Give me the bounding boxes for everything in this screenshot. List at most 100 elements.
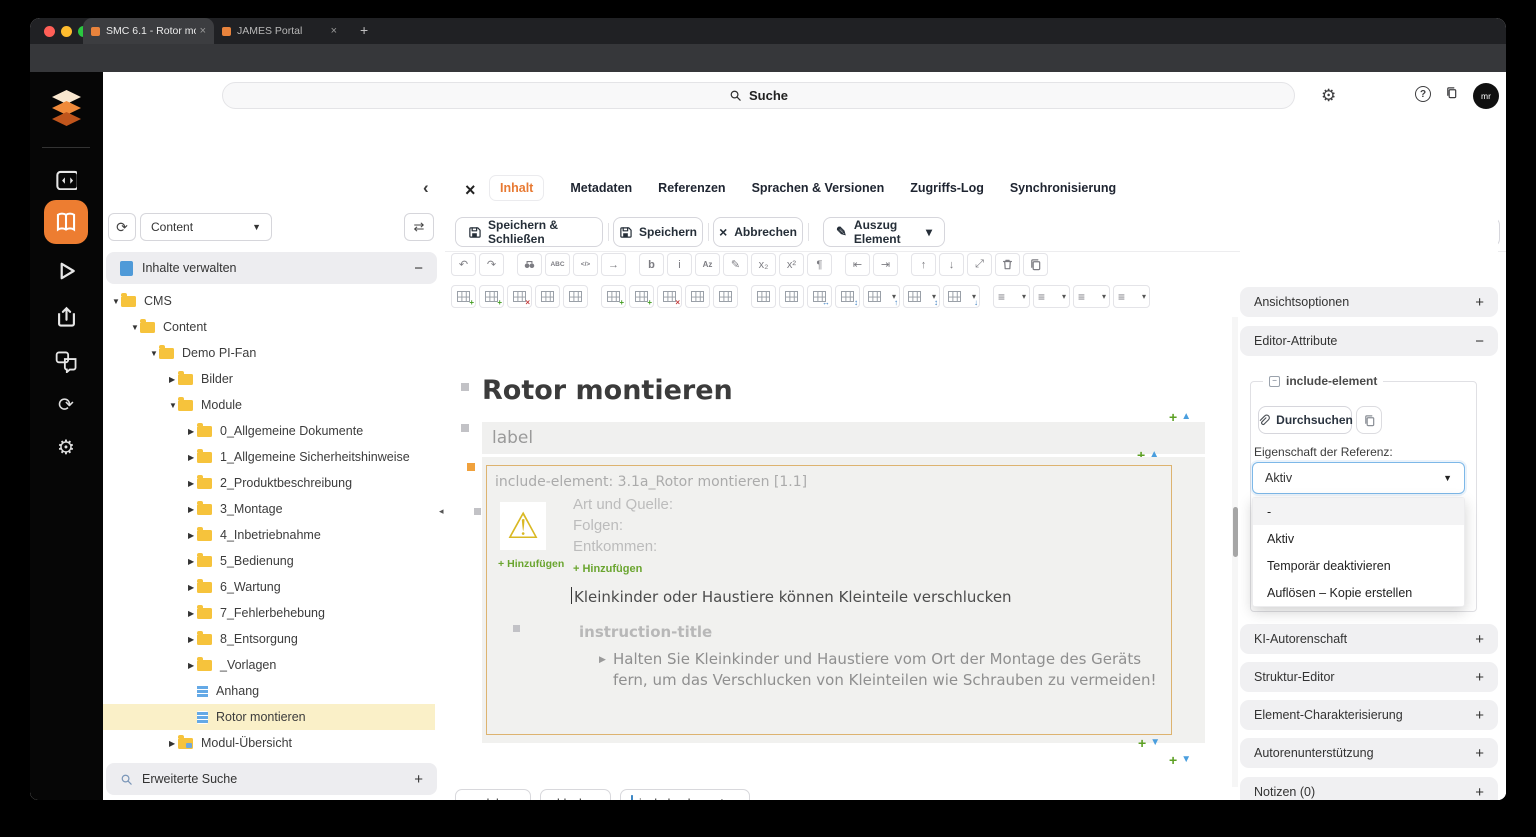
- tab-synchronisierung[interactable]: Synchronisierung: [1010, 181, 1116, 195]
- rail-sync-icon[interactable]: ⟳: [44, 385, 88, 425]
- tree-item[interactable]: ▼ Module: [103, 392, 435, 418]
- rail-publish-icon[interactable]: [44, 296, 88, 336]
- rail-content-book-icon[interactable]: [44, 200, 88, 244]
- move-down-icon[interactable]: ▼: [1150, 738, 1160, 748]
- expand-icon[interactable]: +: [1475, 745, 1484, 762]
- block-handle[interactable]: [474, 508, 481, 515]
- insert-col-right-icon[interactable]: +: [479, 285, 504, 308]
- section-notizen-0[interactable]: Notizen (0) +: [1240, 777, 1498, 800]
- tree-expand-icon[interactable]: ▶: [188, 609, 197, 618]
- duplicate-icon[interactable]: [1023, 253, 1048, 276]
- tree-item[interactable]: ▶ 7_Fehlerbehebung: [103, 600, 435, 626]
- chevron-down-icon[interactable]: ▾: [972, 292, 976, 301]
- tree-item[interactable]: ▶ 0_Allgemeine Dokumente: [103, 418, 435, 444]
- tab-metadaten[interactable]: Metadaten: [570, 181, 632, 195]
- collapse-icon[interactable]: −: [1475, 333, 1484, 350]
- move-up-icon[interactable]: ▲: [1181, 412, 1191, 422]
- expand-icon[interactable]: +: [1475, 669, 1484, 686]
- insert-col-left-icon[interactable]: +: [451, 285, 476, 308]
- superscript-icon[interactable]: x²: [779, 253, 804, 276]
- redo-icon[interactable]: ↷: [479, 253, 504, 276]
- button-abbrechen[interactable]: × Abbrechen: [713, 217, 803, 247]
- dropdown-option-aufl-sen-kopie-erstellen[interactable]: Auflösen – Kopie erstellen: [1253, 579, 1464, 606]
- tab-sprachen-versionen[interactable]: Sprachen & Versionen: [752, 181, 885, 195]
- include-element-block[interactable]: include-element: 3.1a_Rotor montieren [1…: [474, 465, 1172, 735]
- swap-panel-button[interactable]: ⇄: [404, 213, 434, 241]
- hazard-text[interactable]: Kleinkinder oder Haustiere können Kleint…: [574, 588, 1012, 606]
- expand-section-icon[interactable]: +: [414, 771, 423, 788]
- tree-expand-icon[interactable]: ▶: [188, 505, 197, 514]
- tree-item[interactable]: ▶ Bilder: [103, 366, 435, 392]
- fullscreen-icon[interactable]: ⤢: [967, 253, 992, 276]
- highlight-icon[interactable]: ✎: [723, 253, 748, 276]
- tab-referenzen[interactable]: Referenzen: [658, 181, 725, 195]
- canvas-scrollbar-thumb[interactable]: [1233, 507, 1238, 557]
- undo-icon[interactable]: ↶: [451, 253, 476, 276]
- indent-icon[interactable]: ⇥: [873, 253, 898, 276]
- warning-image[interactable]: ⚠: [500, 502, 546, 550]
- tree-item[interactable]: ▶ _Vorlagen: [103, 652, 435, 678]
- tree-item[interactable]: ▶ 4_Inbetriebnahme: [103, 522, 435, 548]
- chevron-down-icon[interactable]: ▾: [1062, 292, 1066, 301]
- tree-expand-icon[interactable]: ▶: [169, 739, 178, 748]
- tree-expand-icon[interactable]: ▶: [188, 557, 197, 566]
- browse-button[interactable]: Durchsuchen: [1258, 406, 1353, 434]
- section-editor-attribute[interactable]: Editor-Attribute −: [1240, 326, 1498, 356]
- breadcrumb-block[interactable]: block ▼: [540, 789, 611, 800]
- move-up-icon[interactable]: ↑: [911, 253, 936, 276]
- add-link[interactable]: + Hinzufügen: [498, 558, 564, 570]
- help-icon[interactable]: ?: [1415, 86, 1431, 102]
- instruction-text[interactable]: Halten Sie Kleinkinder und Haustiere vom…: [613, 649, 1157, 690]
- tree-item[interactable]: ▶ Modul-Übersicht: [103, 730, 435, 756]
- tree-expand-icon[interactable]: ▶: [188, 635, 197, 644]
- section-element-charakterisierung[interactable]: Element-Charakterisierung +: [1240, 700, 1498, 730]
- tree-item[interactable]: ▶ 2_Produktbeschreibung: [103, 470, 435, 496]
- label-block[interactable]: label: [482, 422, 1205, 454]
- dropdown-option-tempor-r-deaktivieren[interactable]: Temporär deaktivieren: [1253, 552, 1464, 579]
- include-handle[interactable]: [467, 463, 475, 471]
- smc-logo[interactable]: [50, 88, 83, 126]
- panel-resize-icon[interactable]: ◂: [439, 506, 444, 517]
- tree-item[interactable]: ▼ Content: [103, 314, 435, 340]
- block-handle[interactable]: [513, 625, 520, 632]
- code-icon[interactable]: </>: [573, 253, 598, 276]
- editor-canvas[interactable]: Rotor montieren + ▲ label + ▲ include-el…: [445, 317, 1238, 787]
- add-block-icon[interactable]: +: [1138, 736, 1146, 750]
- rail-translation-icon[interactable]: [44, 341, 88, 381]
- button-auszug-element[interactable]: ✎ Auszug Element ▾: [823, 217, 945, 247]
- tab-close-icon[interactable]: ×: [331, 25, 337, 37]
- tab-inhalt[interactable]: Inhalt: [489, 175, 545, 201]
- align-bottom-icon[interactable]: ↓ ▾: [943, 285, 980, 308]
- expand-icon[interactable]: +: [1475, 294, 1484, 311]
- breadcrumb-module[interactable]: module ▼: [455, 789, 532, 800]
- minimize-window-button[interactable]: [61, 26, 72, 37]
- instruction-title-placeholder[interactable]: instruction-title: [579, 623, 712, 641]
- tree-collapse-icon[interactable]: ▼: [150, 349, 159, 358]
- subscript-icon[interactable]: x₂: [751, 253, 776, 276]
- browser-tab-james-portal[interactable]: JAMES Portal ×: [214, 18, 345, 44]
- align-top-icon[interactable]: ↑ ▾: [863, 285, 900, 308]
- tree-item[interactable]: ▶ 8_Entsorgung: [103, 626, 435, 652]
- valign-middle-icon[interactable]: ↕ ▾: [903, 285, 940, 308]
- align-right-icon[interactable]: ≡ ▾: [1073, 285, 1110, 308]
- section-struktur-editor[interactable]: Struktur-Editor +: [1240, 662, 1498, 692]
- global-search-input[interactable]: Suche: [222, 82, 1295, 109]
- avatar[interactable]: mr: [1473, 83, 1499, 109]
- merge-cells-icon[interactable]: [751, 285, 776, 308]
- tree-expand-icon[interactable]: ▶: [188, 583, 197, 592]
- windows-icon[interactable]: [1445, 86, 1458, 99]
- section-inhalte-verwalten[interactable]: Inhalte verwalten −: [106, 252, 437, 284]
- justify-icon[interactable]: ≡ ▾: [1113, 285, 1150, 308]
- row-props-icon[interactable]: [685, 285, 710, 308]
- scope-select[interactable]: Content ▼: [140, 213, 272, 241]
- split-cells-icon[interactable]: [779, 285, 804, 308]
- app-settings-gear-icon[interactable]: ⚙: [1321, 86, 1336, 106]
- section-erweiterte-suche[interactable]: Erweiterte Suche +: [106, 763, 437, 795]
- distribute-h-icon[interactable]: ↔: [807, 285, 832, 308]
- open-reference-button[interactable]: [1356, 406, 1382, 434]
- rail-settings-icon[interactable]: ⚙: [44, 427, 88, 467]
- distribute-v-icon[interactable]: ↕: [835, 285, 860, 308]
- insert-row-below-icon[interactable]: +: [629, 285, 654, 308]
- tree-expand-icon[interactable]: ▶: [188, 661, 197, 670]
- rail-dashboard-icon[interactable]: [44, 159, 88, 199]
